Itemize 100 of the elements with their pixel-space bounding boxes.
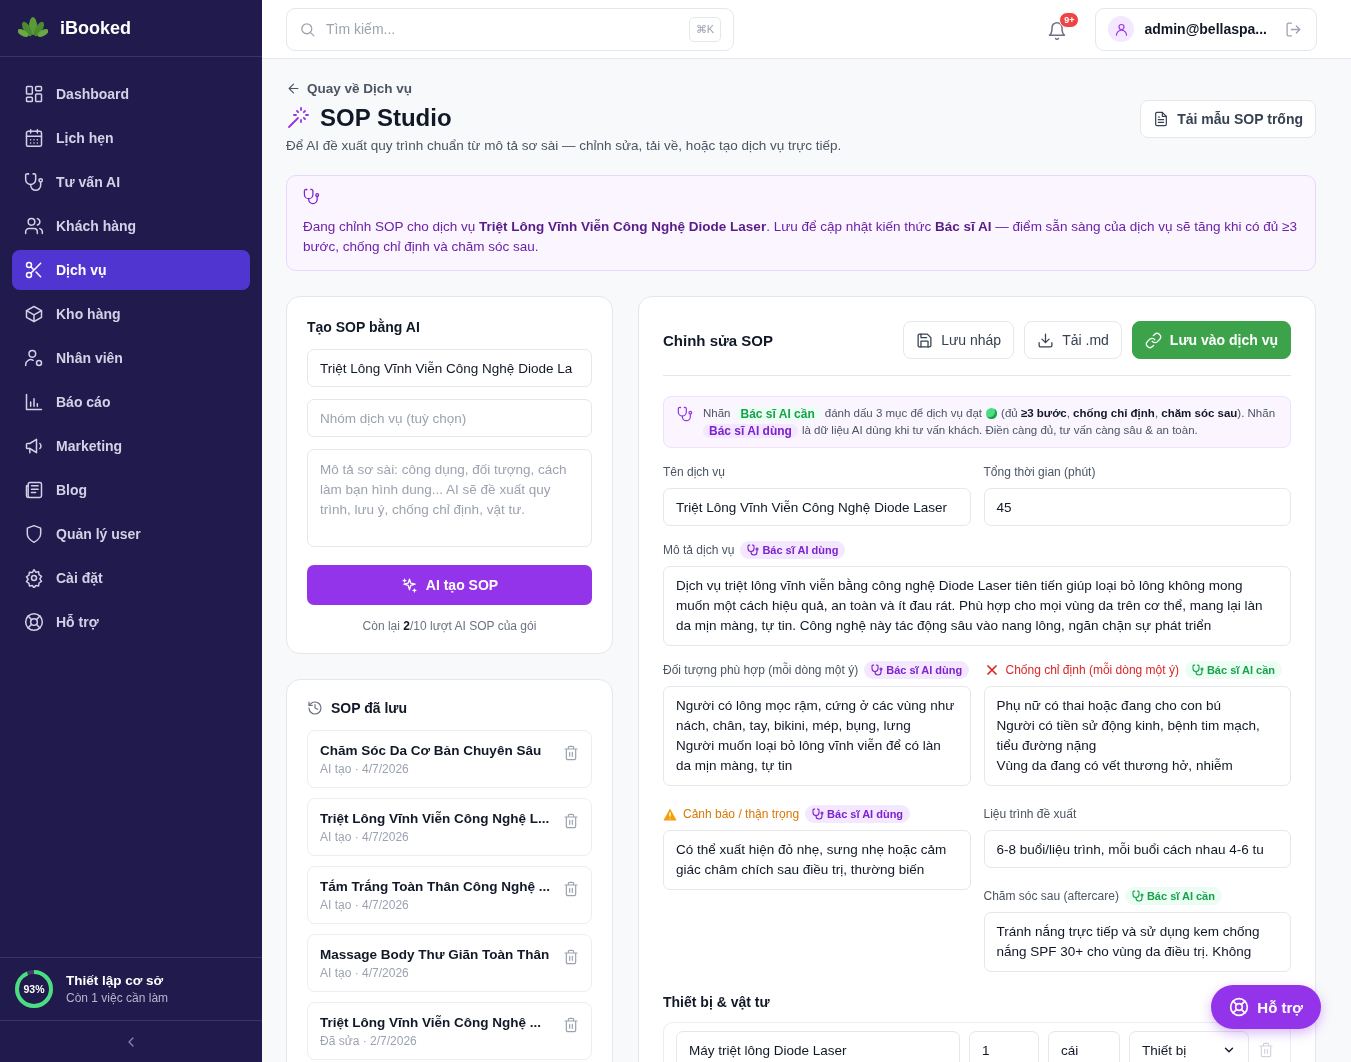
delete-button[interactable] — [563, 881, 579, 897]
user-menu[interactable]: admin@bellaspa... — [1095, 7, 1317, 51]
package-icon — [24, 304, 44, 324]
sidebar-item[interactable]: Marketing — [12, 426, 250, 466]
delete-button[interactable] — [563, 1017, 579, 1033]
warning-icon — [663, 807, 677, 821]
trash-icon — [563, 745, 579, 761]
delete-button[interactable] — [563, 813, 579, 829]
lifebuoy-icon — [24, 612, 44, 632]
field-label: Đối tượng phù hợp (mỗi dòng một ý) — [663, 663, 859, 677]
saved-sop-item[interactable]: Massage Body Thư Giãn Toàn Thân AI tạo · 4/7/2026 — [307, 934, 592, 992]
notification-badge: 9+ — [1059, 12, 1080, 28]
sop-name: Chăm Sóc Da Cơ Bản Chuyên Sâu — [320, 743, 543, 758]
ai-generate-button[interactable]: AI tạo SOP — [307, 565, 592, 605]
delete-button[interactable] — [563, 745, 579, 761]
brand-name: iBooked — [60, 17, 131, 39]
stethoscope-icon — [1131, 890, 1144, 902]
bar-chart-icon — [24, 392, 44, 412]
input-field[interactable]: 6-8 buổi/liệu trình, mỗi buổi cách nhau 4-6 tu — [983, 830, 1291, 868]
status-dot — [986, 408, 998, 419]
delete-button[interactable] — [563, 949, 579, 965]
sidebar-item[interactable]: Khách hàng — [12, 206, 250, 246]
ai-tag: Bác sĩ AI dùng — [740, 541, 846, 559]
saved-sop-item[interactable]: Triệt Lông Vĩnh Viễn Công Nghệ ... Đã sửa · 2/7/2026 — [307, 1002, 592, 1060]
input-field[interactable]: cái — [1048, 1031, 1120, 1062]
select-field[interactable]: Thiết bị — [1129, 1031, 1249, 1062]
sidebar-item[interactable]: Nhân viên — [12, 338, 250, 378]
newspaper-icon — [24, 480, 44, 500]
input-field[interactable]: Máy triệt lông Diode Laser — [676, 1031, 960, 1062]
sidebar-item[interactable]: Dịch vụ — [12, 250, 250, 290]
trash-icon — [563, 1017, 579, 1033]
sidebar-item[interactable]: Quản lý user — [12, 514, 250, 554]
saved-sop-item[interactable]: Chăm Sóc Da Cơ Bản Chuyên Sâu AI tạo · 4/7/2026 — [307, 730, 592, 788]
megaphone-icon — [24, 436, 44, 456]
search-icon — [299, 20, 316, 38]
ai-tag: Bác sĩ AI dùng — [703, 423, 798, 438]
sidebar-item[interactable]: Dashboard — [12, 74, 250, 114]
legend-text: là dữ liệu AI dùng khi tư vấn khách. Điền càng đủ, tư vấn càng sâu & an toàn. — [801, 423, 1198, 438]
text-area[interactable]: Dịch vụ triệt lông vĩnh viễn bằng công nghệ Diode Laser tiên tiến giúp loại bỏ lông không mong muốn một cách hiệu quả, an toàn và ít đau rát. Phù hợp cho mọi vùng da trên cơ thể, mang lại làn da mịn màng, tự tin. Công nghệ này tác động sâu vào nang lông, ngăn chặn sự phát triển — [663, 566, 1291, 646]
notification-button[interactable]: 9+ — [1043, 12, 1080, 46]
card-title: Tạo SOP bằng AI — [307, 319, 421, 335]
field-label: Mô tả dịch vụ — [663, 543, 735, 557]
field-label: Chăm sóc sau (aftercare) — [983, 889, 1119, 903]
stethoscope-icon — [747, 544, 760, 556]
input-field[interactable]: 45 — [983, 488, 1291, 526]
logout-button[interactable] — [1285, 20, 1302, 38]
shield-icon — [24, 524, 44, 544]
settings-icon — [24, 568, 44, 588]
calendar-icon — [24, 128, 44, 148]
back-link[interactable]: Quay về Dịch vụ — [286, 81, 413, 96]
user-gear-icon — [24, 348, 44, 368]
text-area[interactable]: Phụ nữ có thai hoặc đang cho con bú Người có tiền sử động kinh, bệnh tim mạch, tiểu đường nặng Vùng da đang có vết thương hở, nhiễm — [983, 686, 1291, 786]
sop-meta: AI tạo · 4/7/2026 — [320, 966, 410, 980]
sparkles-icon — [400, 576, 418, 594]
legend-text: Nhãn — [703, 406, 731, 421]
stethoscope-icon — [812, 808, 825, 820]
notice-text: Đang chỉnh SOP cho dịch vụ Triệt Lông Vĩnh Viễn Công Nghệ Diode Laser. Lưu để cập nhật kiến thức Bác sĩ AI — điểm sẵn sàng của dịch vụ sẽ tăng khi có đủ ≥3 bước, chống chỉ định và chăm sóc sau. — [303, 218, 1298, 256]
trash-icon — [563, 949, 579, 965]
input-field[interactable]: 1 — [969, 1031, 1039, 1062]
sidebar-item[interactable]: Lịch hẹn — [12, 118, 250, 158]
toolbar-button[interactable]: Lưu nháp — [903, 321, 1015, 359]
shortcut-hint: ⌘K — [688, 16, 721, 42]
sop-meta: AI tạo · 4/7/2026 — [320, 762, 410, 776]
ai-tag: Bác sĩ AI cần — [1124, 887, 1222, 905]
link-icon — [1144, 331, 1162, 349]
sop-name: Triệt Lông Vĩnh Viễn Công Nghệ L... — [320, 811, 551, 826]
sidebar-item[interactable]: Kho hàng — [12, 294, 250, 334]
ai-tag: Bác sĩ AI dùng — [864, 661, 970, 679]
scissors-icon — [24, 260, 44, 280]
lotus-logo — [18, 17, 48, 39]
text-area[interactable]: Có thể xuất hiện đỏ nhẹ, sưng nhẹ hoặc cảm giác châm chích sau điều trị, thường biến — [663, 830, 971, 890]
input-field[interactable]: Triệt Lông Vĩnh Viễn Công Nghệ Diode Laser — [663, 488, 971, 526]
sidebar-item[interactable]: Báo cáo — [12, 382, 250, 422]
sidebar-item[interactable]: Blog — [12, 470, 250, 510]
template-button[interactable]: Tải mẫu SOP trống — [1140, 100, 1316, 138]
field-label: Liệu trình đề xuất — [983, 807, 1077, 821]
text-area[interactable]: Tránh nắng trực tiếp và sử dụng kem chống nắng SPF 30+ cho vùng da điều trị. Không — [983, 912, 1291, 972]
stethoscope-icon — [303, 188, 320, 205]
text-area[interactable]: Người có lông mọc rậm, cứng ở các vùng như nách, chân, tay, bikini, mép, bụng, lưng Người muốn loại bỏ lông vĩnh viễn để có làn da mịn màng, tự tin — [663, 686, 971, 786]
saved-sop-item[interactable]: Tắm Trắng Toàn Thân Công Nghệ ... AI tạo · 4/7/2026 — [307, 866, 592, 924]
section-title: Thiết bị & vật tư — [663, 994, 770, 1010]
toolbar-button[interactable]: Tải .md — [1024, 321, 1122, 359]
field-label: Tên dịch vụ — [663, 465, 726, 479]
ai-tag: Bác sĩ AI dùng — [805, 805, 911, 823]
card-title: Chỉnh sửa SOP — [663, 331, 775, 349]
page-title: SOP Studio — [320, 104, 452, 132]
dashboard-icon — [24, 84, 44, 104]
service-name-field[interactable]: Triệt Lông Vĩnh Viễn Công Nghệ Diode La — [307, 349, 592, 387]
download-icon — [1037, 331, 1055, 349]
sidebar-item[interactable]: Hỗ trợ — [12, 602, 250, 642]
help-button[interactable]: Hỗ trợ — [1211, 985, 1321, 1029]
page-subtitle: Để AI đề xuất quy trình chuẩn từ mô tả sơ sài — chỉnh sửa, tải về, hoặc tạo dịch vụ trực tiếp. — [286, 138, 842, 153]
ai-tag: Bác sĩ AI cần — [734, 406, 821, 421]
legend-text: đánh dấu 3 mục để dịch vụ đạt — [824, 406, 983, 421]
saved-sop-item[interactable]: Triệt Lông Vĩnh Viễn Công Nghệ L... AI tạo · 4/7/2026 — [307, 798, 592, 856]
sidebar-item[interactable]: Tư vấn AI — [12, 162, 250, 202]
trash-icon — [563, 813, 579, 829]
field-label: Chống chỉ định (mỗi dòng một ý) — [1005, 663, 1179, 677]
sop-meta: AI tạo · 4/7/2026 — [320, 830, 410, 844]
sidebar-item[interactable]: Cài đặt — [12, 558, 250, 598]
